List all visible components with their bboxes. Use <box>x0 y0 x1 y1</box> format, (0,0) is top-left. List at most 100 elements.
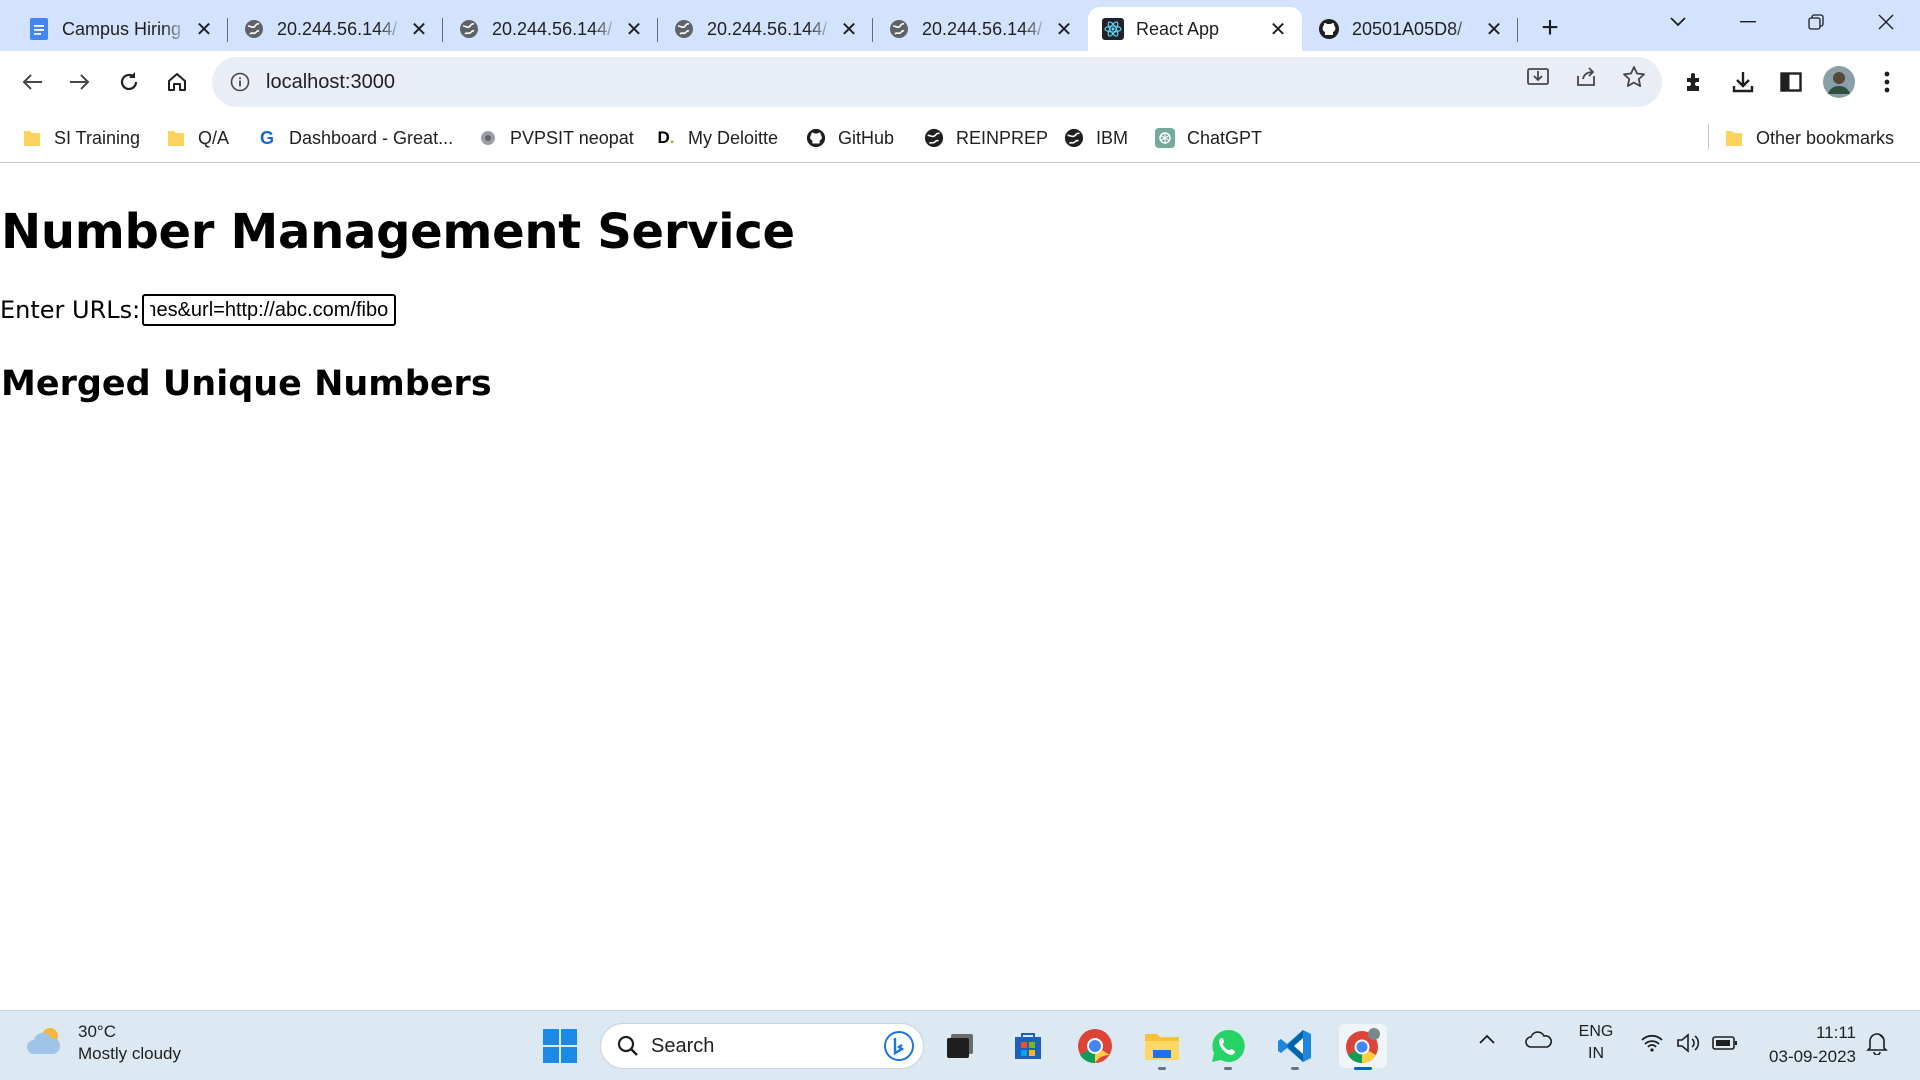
share-icon[interactable] <box>1570 61 1602 93</box>
avatar[interactable] <box>1820 63 1858 101</box>
react-icon <box>1102 18 1124 40</box>
tab-react-app[interactable]: React App ✕ <box>1088 7 1302 51</box>
download-icon[interactable] <box>1724 63 1762 101</box>
bookmarks-bar: SI Training Q/A G Dashboard - Great... P… <box>0 113 1920 163</box>
clock-time: 11:11 <box>1815 1023 1856 1042</box>
bookmark-qa[interactable]: Q/A <box>166 123 229 153</box>
language-code: ENG <box>1578 1023 1614 1040</box>
microsoft-store-icon[interactable] <box>1006 1024 1050 1068</box>
folder-icon <box>166 128 186 148</box>
tab-ip-1[interactable]: 20.244.56.144/ ✕ <box>229 7 443 51</box>
task-view-icon[interactable] <box>938 1024 982 1068</box>
tab-ip-4[interactable]: 20.244.56.144/ ✕ <box>874 7 1088 51</box>
bookmark-dashboard[interactable]: G Dashboard - Great... <box>257 123 453 153</box>
bookmark-chatgpt[interactable]: ChatGPT <box>1155 123 1262 153</box>
window-close-icon[interactable] <box>1858 0 1914 44</box>
onedrive-icon[interactable] <box>1524 1031 1552 1049</box>
tab-ip-3[interactable]: 20.244.56.144/ ✕ <box>659 7 873 51</box>
forward-arrow-icon[interactable] <box>61 63 99 101</box>
side-panel-icon[interactable] <box>1772 63 1810 101</box>
cloudy-weather-icon <box>26 1024 66 1063</box>
globe-icon <box>888 18 910 40</box>
bing-icon[interactable] <box>883 1030 915 1062</box>
bookmark-label: GitHub <box>838 127 895 148</box>
language-indicator[interactable]: ENG IN <box>1575 1021 1617 1065</box>
tab-title: React App <box>1136 18 1220 39</box>
clock[interactable]: 11:11 03-09-2023 <box>1752 1021 1856 1069</box>
back-arrow-icon[interactable] <box>13 63 51 101</box>
tab-title: 20501A05D8/ <box>1352 18 1463 39</box>
bookmark-other-bookmarks[interactable]: Other bookmarks <box>1724 123 1894 153</box>
browser-toolbar: localhost:3000 <box>0 51 1920 113</box>
site-info-icon[interactable] <box>226 68 254 96</box>
tab-title: 20.244.56.144/ <box>277 18 398 39</box>
folder-icon <box>1724 128 1744 148</box>
new-tab-button[interactable]: + <box>1532 10 1568 46</box>
extensions-icon[interactable] <box>1676 63 1714 101</box>
bookmark-deloitte[interactable]: D. My Deloitte <box>656 123 778 153</box>
url-input-label: Enter URLs: <box>0 296 141 324</box>
search-placeholder: Search <box>651 1034 715 1057</box>
globe-icon <box>673 18 695 40</box>
weather-widget[interactable]: 30°C Mostly cloudy <box>26 1021 181 1065</box>
battery-icon[interactable] <box>1712 1035 1738 1051</box>
vscode-icon[interactable] <box>1273 1024 1317 1070</box>
restore-icon[interactable] <box>1788 0 1844 44</box>
tab-ip-2[interactable]: 20.244.56.144/ ✕ <box>444 7 658 51</box>
tab-title: 20.244.56.144/ <box>492 18 613 39</box>
tab-campus-hiring[interactable]: Campus Hiring ✕ <box>14 7 228 51</box>
taskbar-search[interactable]: Search <box>600 1023 924 1069</box>
menu-kebab-icon[interactable] <box>1868 63 1906 101</box>
taskbar: 30°C Mostly cloudy Search ENG IN 11:11 0… <box>0 1010 1920 1080</box>
bookmark-github[interactable]: GitHub <box>806 123 894 153</box>
wifi-icon[interactable] <box>1640 1033 1664 1053</box>
address-bar[interactable]: localhost:3000 <box>212 57 1662 107</box>
clock-date: 03-09-2023 <box>1769 1047 1856 1066</box>
chrome-icon[interactable] <box>1073 1024 1117 1068</box>
bookmark-si-training[interactable]: SI Training <box>22 123 140 153</box>
tab-divider <box>1516 18 1518 42</box>
docs-icon <box>28 18 50 40</box>
close-icon[interactable]: ✕ <box>409 19 429 41</box>
bookmarks-divider <box>1708 124 1709 150</box>
file-explorer-icon[interactable] <box>1140 1024 1184 1070</box>
whatsapp-icon[interactable] <box>1206 1024 1250 1070</box>
running-indicator <box>1291 1067 1299 1070</box>
globe-icon <box>243 18 265 40</box>
close-icon[interactable]: ✕ <box>194 19 214 41</box>
chrome-profile-icon[interactable] <box>1339 1024 1387 1070</box>
github-icon <box>806 128 826 148</box>
start-button[interactable] <box>538 1024 582 1068</box>
tab-github[interactable]: 20501A05D8/ ✕ <box>1304 7 1518 51</box>
close-icon[interactable]: ✕ <box>839 19 859 41</box>
bookmark-reinprep[interactable]: REINPREP <box>924 123 1048 153</box>
close-icon[interactable]: ✕ <box>1484 19 1504 41</box>
close-icon[interactable]: ✕ <box>1054 19 1074 41</box>
reload-icon[interactable] <box>110 63 148 101</box>
tab-title: Campus Hiring <box>62 18 182 39</box>
tab-divider <box>226 18 228 42</box>
running-indicator <box>1158 1067 1166 1070</box>
tray-chevron-up-icon[interactable] <box>1478 1033 1496 1045</box>
bookmark-label: SI Training <box>54 127 141 148</box>
volume-icon[interactable] <box>1676 1033 1702 1053</box>
home-icon[interactable] <box>158 63 196 101</box>
address-text[interactable]: localhost:3000 <box>266 71 395 94</box>
bookmark-label: PVPSIT neopat <box>510 127 634 148</box>
url-input[interactable] <box>142 294 397 326</box>
star-icon[interactable] <box>1618 61 1650 93</box>
install-app-icon[interactable] <box>1522 61 1554 93</box>
globe-icon <box>1064 128 1084 148</box>
minimize-icon[interactable] <box>1720 0 1776 44</box>
bookmark-label: ChatGPT <box>1187 127 1263 148</box>
tab-search-chevron-icon[interactable] <box>1650 0 1706 44</box>
search-icon <box>617 1035 639 1057</box>
notification-bell-icon[interactable] <box>1866 1031 1888 1055</box>
close-icon[interactable]: ✕ <box>1268 19 1288 41</box>
close-icon[interactable]: ✕ <box>624 19 644 41</box>
bookmark-ibm[interactable]: IBM <box>1064 123 1128 153</box>
weather-temp: 30°C <box>78 1022 116 1041</box>
folder-icon <box>22 128 42 148</box>
running-indicator <box>1224 1067 1232 1070</box>
bookmark-pvpsit[interactable]: PVPSIT neopat <box>478 123 634 153</box>
